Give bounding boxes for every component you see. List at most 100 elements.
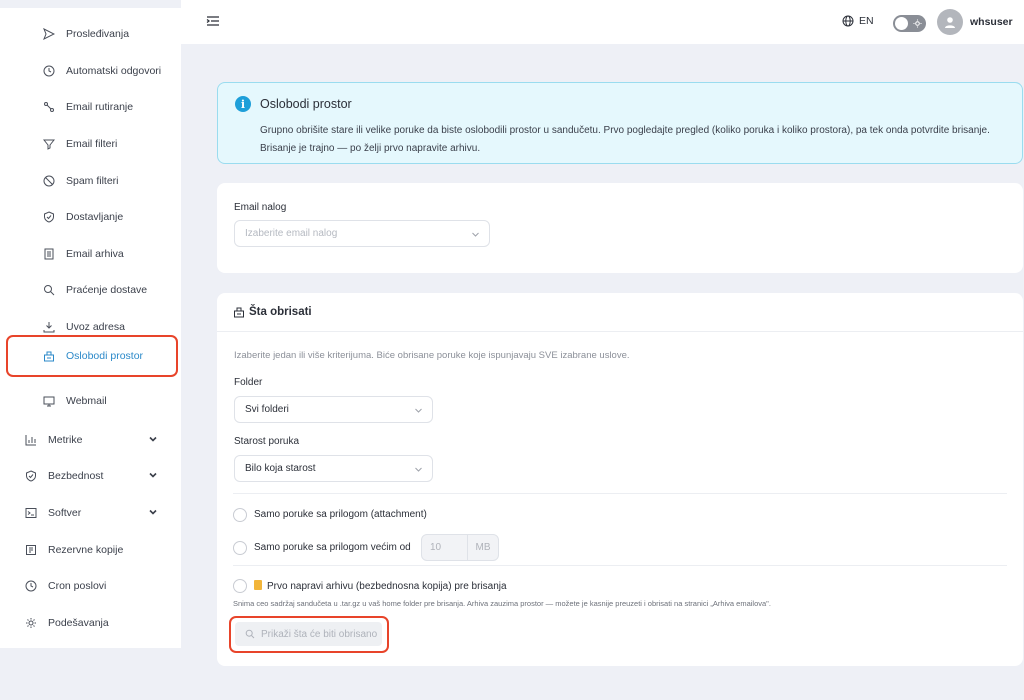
globe-icon	[842, 15, 854, 27]
alert-title: Oslobodi prostor	[260, 97, 352, 111]
sidebar-item-label: Email rutiranje	[66, 101, 134, 113]
chevron-down-icon	[149, 509, 157, 515]
sidebar-item-webmail[interactable]: Webmail	[0, 386, 181, 416]
age-value: Bilo koja starost	[245, 463, 316, 474]
larger-than-checkbox[interactable]	[233, 541, 247, 555]
sidebar-group-label: Metrike	[48, 434, 83, 446]
shield-check-icon	[42, 210, 56, 224]
sidebar-item-label: Rezervne kopije	[48, 544, 124, 556]
chevron-down-icon	[415, 408, 422, 413]
language-switcher[interactable]: EN	[842, 15, 874, 27]
folder-select[interactable]: Svi folderi	[234, 396, 433, 423]
terminal-icon	[24, 506, 38, 520]
archive-first-checkbox[interactable]	[233, 579, 247, 593]
sidebar-item-label: Oslobodi prostor	[66, 350, 144, 362]
criteria-hint: Izaberite jedan ili više kriterijuma. Bi…	[234, 350, 630, 361]
user-icon	[945, 17, 955, 28]
divider	[233, 493, 1007, 494]
sidebar-item-label: Webmail	[66, 395, 107, 407]
preview-delete-button[interactable]: Prikaži šta će biti obrisano	[229, 616, 389, 653]
sidebar-item-autoresponders[interactable]: Automatski odgovori	[0, 56, 181, 86]
chevron-down-icon	[472, 232, 479, 237]
archive-first-text: Prvo napravi arhivu (bezbednosna kopija)…	[267, 581, 507, 592]
ban-icon	[42, 174, 56, 188]
toggle-knob	[895, 17, 908, 30]
theme-toggle[interactable]	[893, 15, 926, 32]
sidebar-item-delivery[interactable]: Dostavljanje	[0, 202, 181, 232]
sidebar-item-label: Praćenje dostave	[66, 284, 148, 296]
preview-delete-inner: Prikaži šta će biti obrisano	[235, 622, 382, 646]
info-icon: i	[235, 96, 251, 112]
clock-icon	[42, 64, 56, 78]
sidebar-item-backups[interactable]: Rezervne kopije	[0, 535, 181, 565]
avatar[interactable]	[937, 9, 963, 35]
sidebar-item-spam-filters[interactable]: Spam filteri	[0, 166, 181, 196]
sidebar-item-free-space[interactable]: Oslobodi prostor	[6, 335, 178, 377]
size-input[interactable]: 10 MB	[421, 534, 499, 561]
sidebar-item-settings[interactable]: Podešavanja	[0, 608, 181, 638]
preview-delete-label: Prikaži šta će biti obrisano	[261, 628, 378, 640]
sidebar-group-software[interactable]: Softver	[0, 498, 181, 528]
gear-icon	[24, 616, 38, 630]
account-placeholder: Izaberite email nalog	[245, 228, 338, 239]
age-select[interactable]: Bilo koja starost	[234, 455, 433, 482]
folder-label: Folder	[234, 377, 263, 388]
alert-line-2: Brisanje je trajno — po želji prvo napra…	[260, 143, 481, 154]
shield-icon	[24, 469, 38, 483]
size-unit: MB	[475, 542, 491, 553]
age-label: Starost poruka	[234, 436, 300, 447]
archive-note: Snima ceo sadržaj sandučeta u .tar.gz u …	[233, 599, 771, 608]
sidebar-item-forwarders[interactable]: Prosleđivanja	[0, 19, 181, 49]
sidebar: Prosleđivanja Automatski odgovori Email …	[0, 0, 181, 648]
search-icon	[245, 629, 255, 639]
sidebar-item-email-routing[interactable]: Email rutiranje	[0, 92, 181, 122]
alert-text: Grupno obrišite stare ili velike poruke …	[260, 122, 1020, 158]
archive-first-label: Prvo napravi arhivu (bezbednosna kopija)…	[254, 580, 507, 592]
alert-line-1: Grupno obrišite stare ili velike poruke …	[260, 125, 990, 136]
language-label: EN	[859, 15, 874, 27]
sidebar-item-email-filters[interactable]: Email filteri	[0, 129, 181, 159]
sidebar-item-label: Podešavanja	[48, 617, 109, 629]
broom-icon	[42, 349, 56, 363]
sidebar-group-metrics[interactable]: Metrike	[0, 425, 181, 455]
sidebar-group-security[interactable]: Bezbednost	[0, 461, 181, 491]
file-icon	[254, 580, 262, 590]
attachment-only-checkbox[interactable]	[233, 508, 247, 522]
filter-icon	[42, 137, 56, 151]
sidebar-item-cron-jobs[interactable]: Cron poslovi	[0, 571, 181, 601]
search-icon	[42, 283, 56, 297]
sidebar-group-label: Softver	[48, 507, 82, 519]
clock-icon	[24, 579, 38, 593]
sidebar-item-label: Cron poslovi	[48, 580, 107, 592]
send-icon	[42, 27, 56, 41]
sidebar-item-label: Prosleđivanja	[66, 28, 130, 40]
info-alert: i Oslobodi prostor Grupno obrišite stare…	[217, 82, 1023, 164]
criteria-card: Šta obrisati Izaberite jedan ili više kr…	[217, 293, 1023, 666]
sidebar-item-delivery-tracking[interactable]: Praćenje dostave	[0, 275, 181, 305]
sidebar-item-email-archive[interactable]: Email arhiva	[0, 239, 181, 269]
username[interactable]: whsuser	[970, 16, 1013, 28]
chevron-down-icon	[149, 472, 157, 478]
chevron-down-icon	[415, 467, 422, 472]
sidebar-group-label: Bezbednost	[48, 470, 104, 482]
criteria-title: Šta obrisati	[249, 306, 312, 318]
import-icon	[42, 320, 56, 334]
chart-icon	[24, 433, 38, 447]
sun-icon	[913, 19, 922, 28]
sidebar-item-label: Dostavljanje	[66, 211, 124, 223]
folder-value: Svi folderi	[245, 404, 289, 415]
menu-toggle-icon[interactable]	[206, 14, 220, 28]
attachment-only-label: Samo poruke sa prilogom (attachment)	[254, 509, 427, 520]
archive-icon	[42, 247, 56, 261]
backup-icon	[24, 543, 38, 557]
sidebar-item-label: Automatski odgovori	[66, 65, 162, 77]
sidebar-item-label: Spam filteri	[66, 175, 119, 187]
route-icon	[42, 100, 56, 114]
chevron-down-icon	[149, 436, 157, 442]
account-card: Email nalog Izaberite email nalog	[217, 183, 1023, 273]
criteria-header: Šta obrisati	[217, 293, 1023, 332]
account-select[interactable]: Izaberite email nalog	[234, 220, 490, 247]
larger-than-label: Samo poruke sa prilogom većim od	[254, 542, 411, 553]
sidebar-item-label: Email arhiva	[66, 248, 124, 260]
broom-icon	[234, 307, 244, 318]
